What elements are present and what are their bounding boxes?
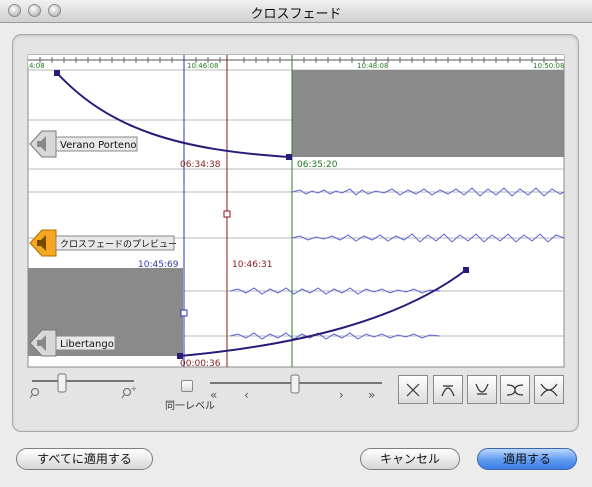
- skip-forward-icon: »: [368, 388, 375, 402]
- cross-icon: [406, 383, 420, 397]
- track-a-start-time: 06:34:38: [180, 160, 221, 170]
- track-b-name: Libertango: [60, 339, 114, 350]
- track-b-end-time: 00:00:36: [180, 359, 221, 369]
- s-curve-icon: [506, 384, 524, 396]
- zoom-out-icon: [31, 388, 39, 396]
- scroll-slider[interactable]: « ‹ › »: [210, 374, 382, 402]
- step-back-icon: ‹: [244, 388, 249, 402]
- curve-preset-up-button[interactable]: [433, 375, 463, 404]
- apply-all-button[interactable]: すべてに適用する: [16, 448, 153, 470]
- playhead-time: 10:46:31: [232, 260, 272, 270]
- apply-button[interactable]: 適用する: [477, 448, 577, 470]
- ruler-label: 10:46:08: [187, 62, 218, 70]
- curve-preset-linear-button[interactable]: [398, 375, 428, 404]
- step-forward-icon: ›: [339, 388, 344, 402]
- cancel-button[interactable]: キャンセル: [360, 448, 460, 470]
- curve-up-icon: [441, 385, 455, 397]
- curve-handle[interactable]: [286, 154, 292, 160]
- zoom-in-icon: [123, 388, 131, 396]
- preview-label: クロスフェードのプレビュー: [60, 239, 177, 250]
- ruler-label: 10:48:08: [357, 62, 388, 70]
- curve-down-icon: [475, 383, 489, 395]
- inverse-s-curve-icon: [540, 383, 558, 397]
- curve-handle[interactable]: [54, 70, 60, 76]
- curve-preset-down-button[interactable]: [467, 375, 497, 404]
- track-a-silence-block: [292, 70, 564, 157]
- marker-handle[interactable]: [223, 210, 231, 218]
- same-level-label: 同一レベル: [165, 401, 215, 412]
- ruler-label: 4:08: [29, 62, 45, 70]
- track-a-name: Verano Porteno: [60, 140, 137, 151]
- curve-preset-scurve-button[interactable]: [500, 375, 530, 404]
- marker-handle[interactable]: [180, 309, 188, 317]
- curve-handle[interactable]: [463, 267, 469, 273]
- track-a-end-time: 06:35:20: [297, 160, 338, 170]
- curve-preset-inverse-scurve-button[interactable]: [534, 375, 564, 404]
- zoom-slider[interactable]: +: [29, 373, 137, 399]
- same-level-checkbox[interactable]: [181, 380, 193, 392]
- svg-text:+: +: [131, 385, 137, 393]
- track-b-start-time: 10:45:69: [138, 260, 179, 270]
- ruler-label: 10:50:08: [533, 62, 564, 70]
- timeline-view[interactable]: 4:08 10:46:08 10:48:08 10:50:08 06:34:38…: [0, 0, 592, 487]
